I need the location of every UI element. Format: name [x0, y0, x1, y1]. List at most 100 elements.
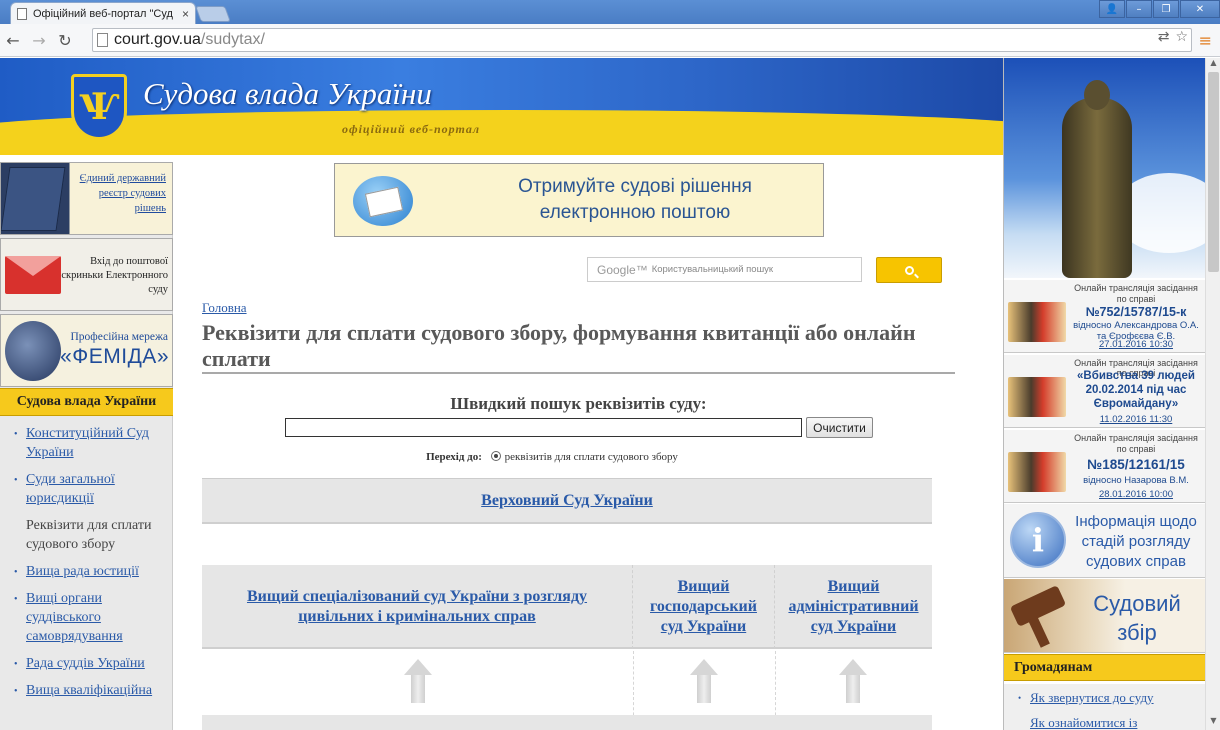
femida-line2: «ФЕМІДА»: [60, 345, 169, 368]
appeal-courts-row: [202, 715, 932, 730]
right-sidebar: Онлайн трансляція засідання по справі №7…: [1003, 58, 1205, 730]
minimize-icon[interactable]: –: [1126, 0, 1152, 18]
omnibox-actions: ⇄ ☆: [1158, 29, 1188, 45]
close-window-icon[interactable]: ✕: [1180, 0, 1220, 18]
goto-label: Перехід до:: [426, 451, 482, 463]
civil-criminal-court-link[interactable]: Вищий спеціалізований суд України з розг…: [227, 587, 607, 627]
stream-card[interactable]: Онлайн трансляція засідання по справі №7…: [1004, 280, 1205, 353]
stream-case: «Вбивства 39 людей 20.02.2014 під час Єв…: [1077, 370, 1195, 410]
search-input[interactable]: Google™ Користувальницький пошук: [587, 257, 862, 282]
themis-statue-image: [1004, 58, 1205, 278]
tab-title: Офіційний веб-портал "Суд: [33, 7, 173, 20]
left-nav-item-current: Реквізити для сплати судового збору: [26, 518, 152, 552]
bullet-icon: •: [14, 686, 18, 697]
supreme-court-row: Верховний Суд України: [202, 478, 932, 524]
bookmark-star-icon[interactable]: ☆: [1175, 29, 1188, 45]
quick-search-label: Швидкий пошук реквізитів суду:: [450, 394, 707, 413]
web-page: Ѱ Судова влада України офіційний веб-пор…: [0, 58, 1205, 730]
camera-icon: [1008, 452, 1066, 492]
citizens-link[interactable]: Як ознайомитися із: [1004, 709, 1205, 730]
stream-datetime[interactable]: 28.01.2016 10:00: [1068, 489, 1204, 500]
window-controls: 👤 – ❐ ✕: [1098, 0, 1220, 18]
up-arrow-icon: [690, 659, 718, 703]
user-icon[interactable]: 👤: [1099, 0, 1125, 18]
court-cell: Вищий адміністративний суд України: [775, 565, 932, 649]
maximize-icon[interactable]: ❐: [1153, 0, 1179, 18]
quick-search-input[interactable]: [285, 418, 802, 437]
bullet-icon: •: [14, 659, 18, 670]
goto-radio[interactable]: [490, 451, 501, 461]
scroll-down-icon[interactable]: ▼: [1206, 716, 1220, 730]
camera-icon: [1008, 302, 1066, 342]
stream-case: №752/15787/15-к: [1085, 305, 1187, 319]
stream-case: №185/12161/15: [1087, 457, 1185, 472]
stream-card[interactable]: Онлайн трансляція засідання по справі «В…: [1004, 355, 1205, 428]
bullet-icon: •: [14, 475, 18, 486]
citizens-section-title: Громадянам: [1004, 654, 1205, 681]
higher-courts-row: Вищий спеціалізований суд України з розг…: [202, 565, 932, 649]
left-nav-item[interactable]: • Вищі органи суддівського самоврядування: [0, 585, 173, 650]
url-host: court.gov.ua: [114, 31, 201, 48]
court-cell: Вищий господарський суд України: [633, 565, 775, 649]
search-button[interactable]: [876, 257, 942, 283]
commercial-court-link[interactable]: Вищий господарський суд України: [643, 577, 765, 637]
up-arrow-icon: [404, 659, 432, 703]
address-bar[interactable]: court.gov.ua/sudytax/: [92, 28, 1192, 52]
e-court-mail-banner[interactable]: Вхід до поштової скриньки Електронного с…: [0, 238, 173, 311]
e-court-mail-text: Вхід до поштової скриньки Електронного с…: [61, 256, 168, 295]
bullet-icon: •: [1018, 693, 1022, 703]
email-refresh-icon: [353, 176, 413, 226]
scroll-up-icon[interactable]: ▲: [1206, 58, 1220, 72]
bullet-icon: •: [14, 594, 18, 605]
tab-close-icon[interactable]: ×: [182, 7, 189, 21]
left-nav-item[interactable]: • Рада суддів України: [0, 650, 173, 677]
court-cell: Вищий спеціалізований суд України з розг…: [202, 565, 633, 649]
breadcrumb-home[interactable]: Головна: [202, 300, 247, 316]
stream-datetime[interactable]: 27.01.2016 10:30: [1068, 339, 1204, 350]
back-icon[interactable]: ←: [0, 31, 26, 50]
search-placeholder: Користувальницький пошук: [651, 264, 774, 275]
statue-head: [1084, 80, 1110, 110]
trident-emblem-icon: Ѱ: [71, 74, 127, 140]
femida-banner[interactable]: Професійна мережа «ФЕМІДА»: [0, 314, 173, 387]
info-icon: i: [1010, 512, 1066, 568]
left-sidebar: Єдиний державний реєстр судових рішень В…: [0, 162, 173, 730]
goto-row: Перехід до: реквізитів для сплати судово…: [202, 451, 902, 463]
supreme-court-link[interactable]: Верховний Суд України: [481, 491, 653, 511]
left-section-title: Судова влада України: [0, 388, 173, 416]
browser-tab[interactable]: Офіційний веб-портал "Суд ×: [10, 2, 196, 24]
left-nav-item[interactable]: • Вища кваліфікаційна: [0, 677, 173, 704]
arrows-row: [202, 651, 932, 730]
administrative-court-link[interactable]: Вищий адміністративний суд України: [784, 577, 924, 637]
left-nav-item[interactable]: • Суди загальної юрисдикції: [0, 466, 173, 512]
registry-link[interactable]: Єдиний державний реєстр судових рішень: [66, 171, 166, 216]
statue-figure: [1062, 98, 1132, 278]
citizens-list: • Як звернутися до суду Як ознайомитися і…: [1004, 684, 1205, 730]
browser-menu-icon[interactable]: ≡: [1199, 31, 1212, 50]
page-scrollbar[interactable]: ▲ ▼: [1205, 58, 1220, 730]
stream-datetime[interactable]: 11.02.2016 11:30: [1068, 414, 1204, 425]
femida-line1: Професійна мережа: [70, 331, 168, 343]
stream-heading: Онлайн трансляція засідання по справі: [1074, 433, 1198, 454]
bullet-icon: •: [14, 429, 18, 440]
email-decisions-banner[interactable]: Отримуйте судові рішення електронною пош…: [334, 163, 824, 237]
forward-icon[interactable]: →: [26, 31, 52, 50]
new-tab-button[interactable]: [195, 6, 231, 22]
reload-icon[interactable]: ↻: [52, 31, 78, 50]
left-nav-item[interactable]: • Вища рада юстиції: [0, 558, 173, 585]
clear-button[interactable]: Очистити: [806, 417, 873, 438]
case-stages-banner[interactable]: i Інформація щодо стадій розгляду судови…: [1004, 504, 1205, 578]
url-path: /sudytax/: [200, 31, 265, 48]
scrollbar-thumb[interactable]: [1208, 72, 1219, 272]
registry-banner[interactable]: Єдиний державний реєстр судових рішень: [0, 162, 173, 235]
stream-card[interactable]: Онлайн трансляція засідання по справі №1…: [1004, 430, 1205, 503]
left-nav-item[interactable]: • Конституційний Суд України: [0, 420, 173, 466]
bullet-icon: •: [14, 567, 18, 578]
translate-icon[interactable]: ⇄: [1158, 29, 1170, 45]
femida-logo-icon: [5, 321, 61, 381]
site-banner[interactable]: Ѱ Судова влада України офіційний веб-пор…: [0, 58, 1003, 155]
citizens-link[interactable]: • Як звернутися до суду: [1004, 684, 1205, 709]
court-fee-banner[interactable]: Судовий збір: [1004, 579, 1205, 653]
title-divider: [202, 372, 955, 374]
banner-wave: [0, 110, 1003, 150]
